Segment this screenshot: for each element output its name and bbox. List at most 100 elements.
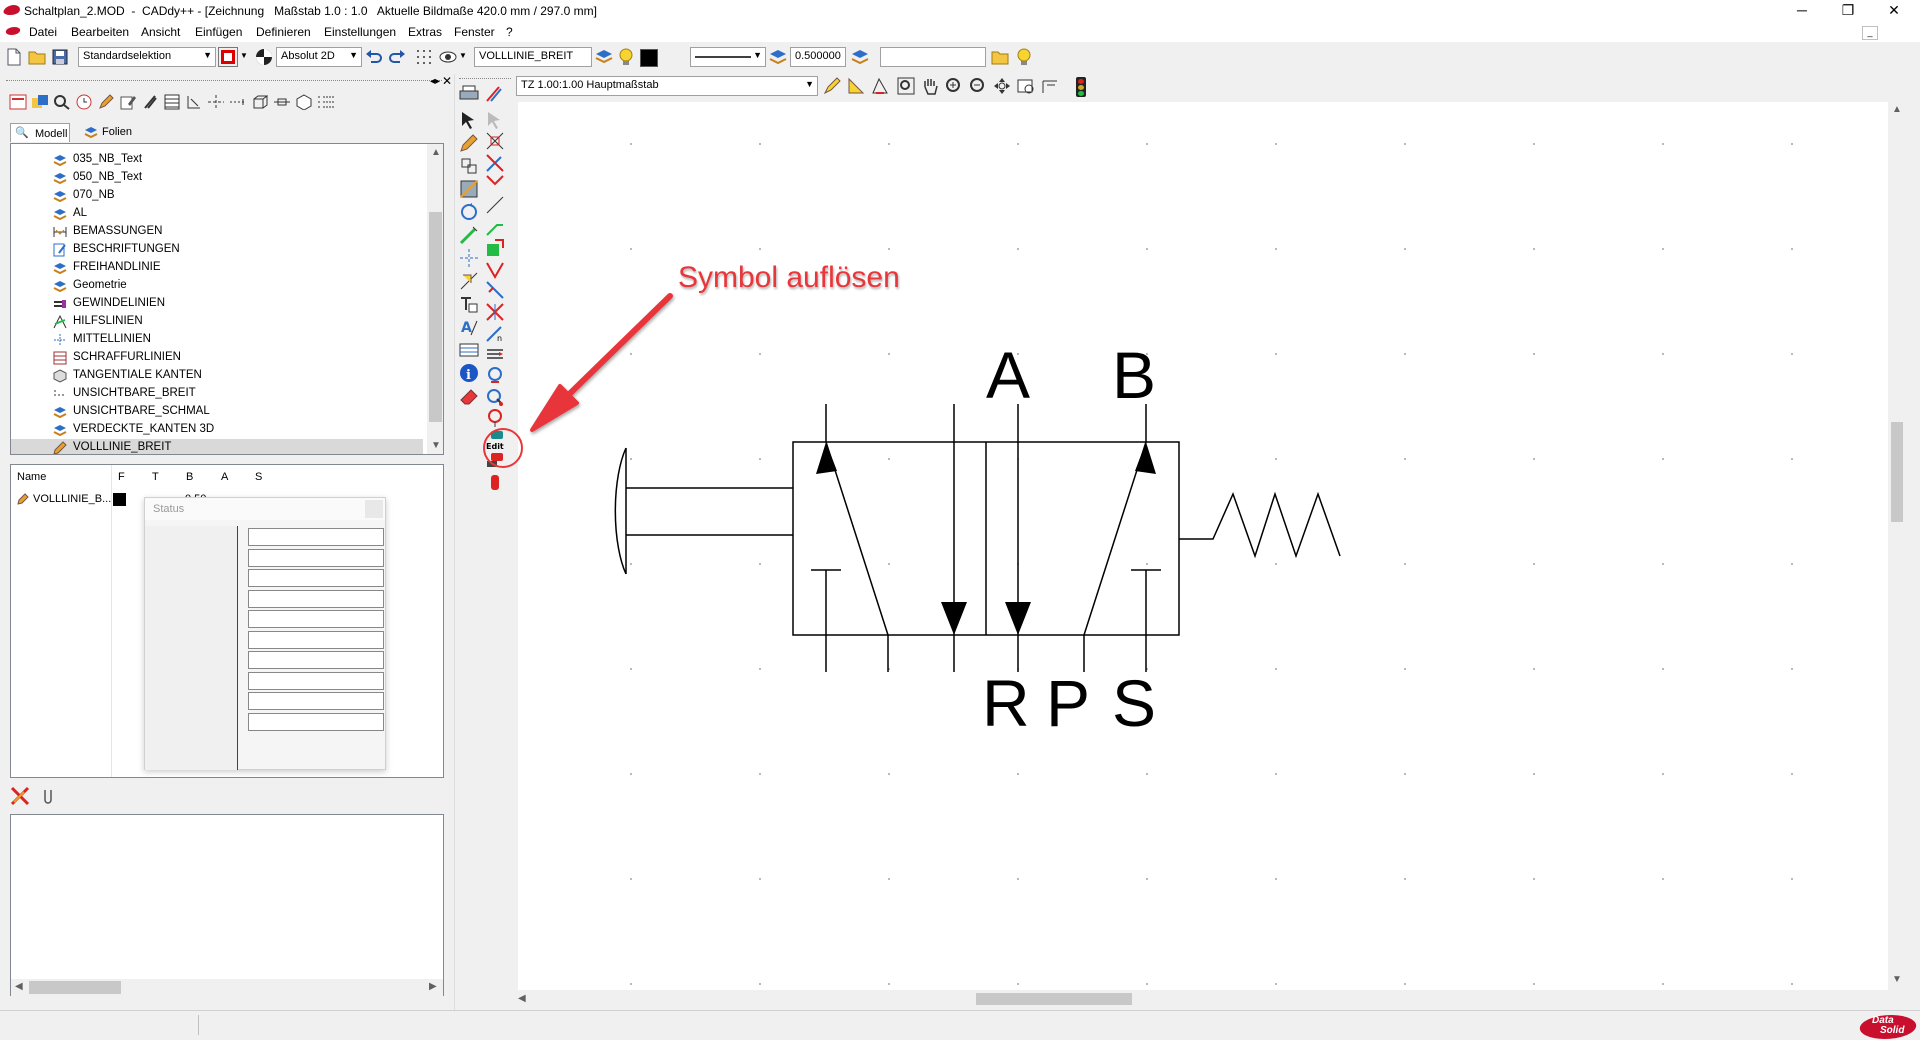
ruler-icon[interactable] (846, 76, 866, 96)
delete-attribute-icon[interactable] (10, 786, 30, 806)
menu-datei[interactable]: Datei (29, 25, 57, 39)
layer-manager-icon[interactable] (594, 47, 614, 67)
selection-mode-select[interactable]: Standardselektion ▼ (78, 47, 216, 67)
mdi-minimize-button[interactable]: _ (1862, 26, 1878, 40)
snap-eye-icon[interactable] (438, 47, 458, 67)
drawing-canvas[interactable]: A B R P S ▲ ▼ (518, 102, 1906, 990)
scroll-right-icon[interactable]: ▶ (429, 981, 437, 992)
lightbulb-icon[interactable] (616, 47, 636, 67)
text-icon[interactable] (457, 292, 481, 316)
open-folder-icon[interactable] (27, 47, 47, 67)
menu-fenster[interactable]: Fenster (454, 25, 495, 39)
layer-manager-icon[interactable] (8, 92, 28, 112)
tree-scrollbar[interactable]: ▲ ▼ (427, 144, 443, 454)
pan-hand-icon[interactable] (920, 76, 940, 96)
tree-item[interactable]: 050_NB_Text (11, 169, 423, 187)
attach-icon[interactable] (38, 786, 58, 806)
col-s[interactable]: S (255, 471, 262, 483)
tree-item[interactable]: 070_NB (11, 187, 423, 205)
tree-item[interactable]: SCHRAFFURLINIEN (11, 349, 423, 367)
menu-definieren[interactable]: Definieren (256, 25, 311, 39)
traffic-light-icon[interactable] (1076, 77, 1086, 97)
coordinate-system-icon[interactable] (254, 47, 274, 67)
menu-ansicht[interactable]: Ansicht (141, 25, 180, 39)
scroll-down-icon[interactable]: ▼ (431, 440, 441, 451)
lightbulb-icon[interactable] (1014, 47, 1034, 67)
close-button[interactable]: ✕ (1872, 0, 1916, 22)
zoom-previous-icon[interactable] (1016, 76, 1036, 96)
scroll-thumb[interactable] (976, 993, 1132, 1005)
grip-handle[interactable] (6, 80, 442, 82)
modify-icon[interactable] (457, 154, 481, 178)
minimize-button[interactable]: ─ (1780, 0, 1824, 22)
status-field[interactable] (248, 548, 384, 567)
selection-filter-icon[interactable] (218, 47, 238, 67)
scroll-left-icon[interactable]: ◀ (518, 993, 526, 1004)
tree-item[interactable]: VERDECKTE_KANTEN 3D (11, 421, 423, 439)
col-b[interactable]: B (186, 471, 193, 483)
search-icon[interactable] (52, 92, 72, 112)
centerline-icon[interactable] (206, 92, 226, 112)
dimension-icon[interactable] (457, 269, 481, 293)
rotate-icon[interactable] (457, 200, 481, 224)
menu-help[interactable]: ? (506, 25, 513, 39)
tree-item[interactable]: VOLLLINIE_BREIT (11, 439, 423, 454)
tree-item[interactable]: FREIHANDLINIE (11, 259, 423, 277)
zoom-out-icon[interactable] (968, 76, 988, 96)
linetype-select[interactable]: ▼ (690, 47, 766, 67)
status-field[interactable] (248, 671, 384, 690)
canvas-vscrollbar[interactable]: ▲ ▼ (1888, 102, 1906, 990)
tree-item[interactable]: UNSICHTBARE_SCHMAL (11, 403, 423, 421)
tree-item[interactable]: MITTELLINIEN (11, 331, 423, 349)
scroll-thumb[interactable] (429, 212, 442, 422)
scroll-thumb[interactable] (1891, 422, 1903, 522)
eraser-icon[interactable] (457, 384, 481, 408)
tab-modell[interactable]: 🔍 Modell (10, 123, 70, 142)
chevron-down-icon[interactable]: ▼ (240, 51, 248, 60)
status-field[interactable] (248, 630, 384, 649)
col-a[interactable]: A (221, 471, 228, 483)
document-menu-icon[interactable] (4, 27, 22, 35)
centerline-icon[interactable] (457, 246, 481, 270)
box-3d-icon[interactable] (250, 92, 270, 112)
edit-icon[interactable] (118, 92, 138, 112)
status-field[interactable] (248, 528, 384, 546)
scroll-thumb[interactable] (29, 981, 121, 994)
tree-item[interactable]: TANGENTIALE KANTEN (11, 367, 423, 385)
tree-item[interactable]: BEMASSUNGEN (11, 223, 423, 241)
scroll-left-icon[interactable]: ◀ (15, 981, 23, 992)
status-field[interactable] (248, 610, 384, 628)
zoom-all-icon[interactable] (992, 76, 1012, 96)
chevron-down-icon[interactable]: ▼ (459, 51, 467, 60)
text-style-icon[interactable]: A (457, 315, 481, 339)
status-field[interactable] (248, 692, 384, 710)
undo-icon[interactable] (364, 47, 384, 67)
pencil-icon[interactable] (457, 131, 481, 155)
folder-search-icon[interactable] (990, 47, 1010, 67)
canvas-hscrollbar[interactable]: ◀ (514, 990, 1906, 1008)
construct-icon[interactable] (457, 177, 481, 201)
tree-item[interactable]: 035_NB_Text (11, 151, 423, 169)
layer-select[interactable]: VOLLLINIE_BREIT (474, 47, 592, 67)
settings-pen-icon[interactable] (483, 82, 507, 106)
menu-einfuegen[interactable]: Einfügen (195, 25, 242, 39)
pencil-icon[interactable] (96, 92, 116, 112)
status-field[interactable] (248, 651, 384, 669)
color-swatch[interactable] (113, 493, 126, 506)
info-icon[interactable]: i (457, 361, 481, 385)
status-field[interactable] (248, 712, 384, 731)
search-input[interactable] (880, 47, 986, 67)
hatch-icon[interactable] (457, 338, 481, 362)
panel-pin-icon[interactable]: ◂▸ (430, 76, 440, 87)
line-width-input[interactable]: 0.500000 (790, 47, 846, 67)
symbol-grid-icon[interactable] (184, 92, 204, 112)
coordinate-mode-select[interactable]: Absolut 2D ▼ (276, 47, 362, 67)
dashed-line-icon[interactable] (228, 92, 248, 112)
select-arrow-icon[interactable] (457, 108, 481, 132)
col-t[interactable]: T (152, 471, 159, 483)
valve-symbol[interactable] (518, 102, 1906, 990)
redo-icon[interactable] (387, 47, 407, 67)
symbol-library-icon[interactable] (30, 92, 50, 112)
col-name[interactable]: Name (17, 471, 46, 483)
menu-bearbeiten[interactable]: Bearbeiten (71, 25, 129, 39)
